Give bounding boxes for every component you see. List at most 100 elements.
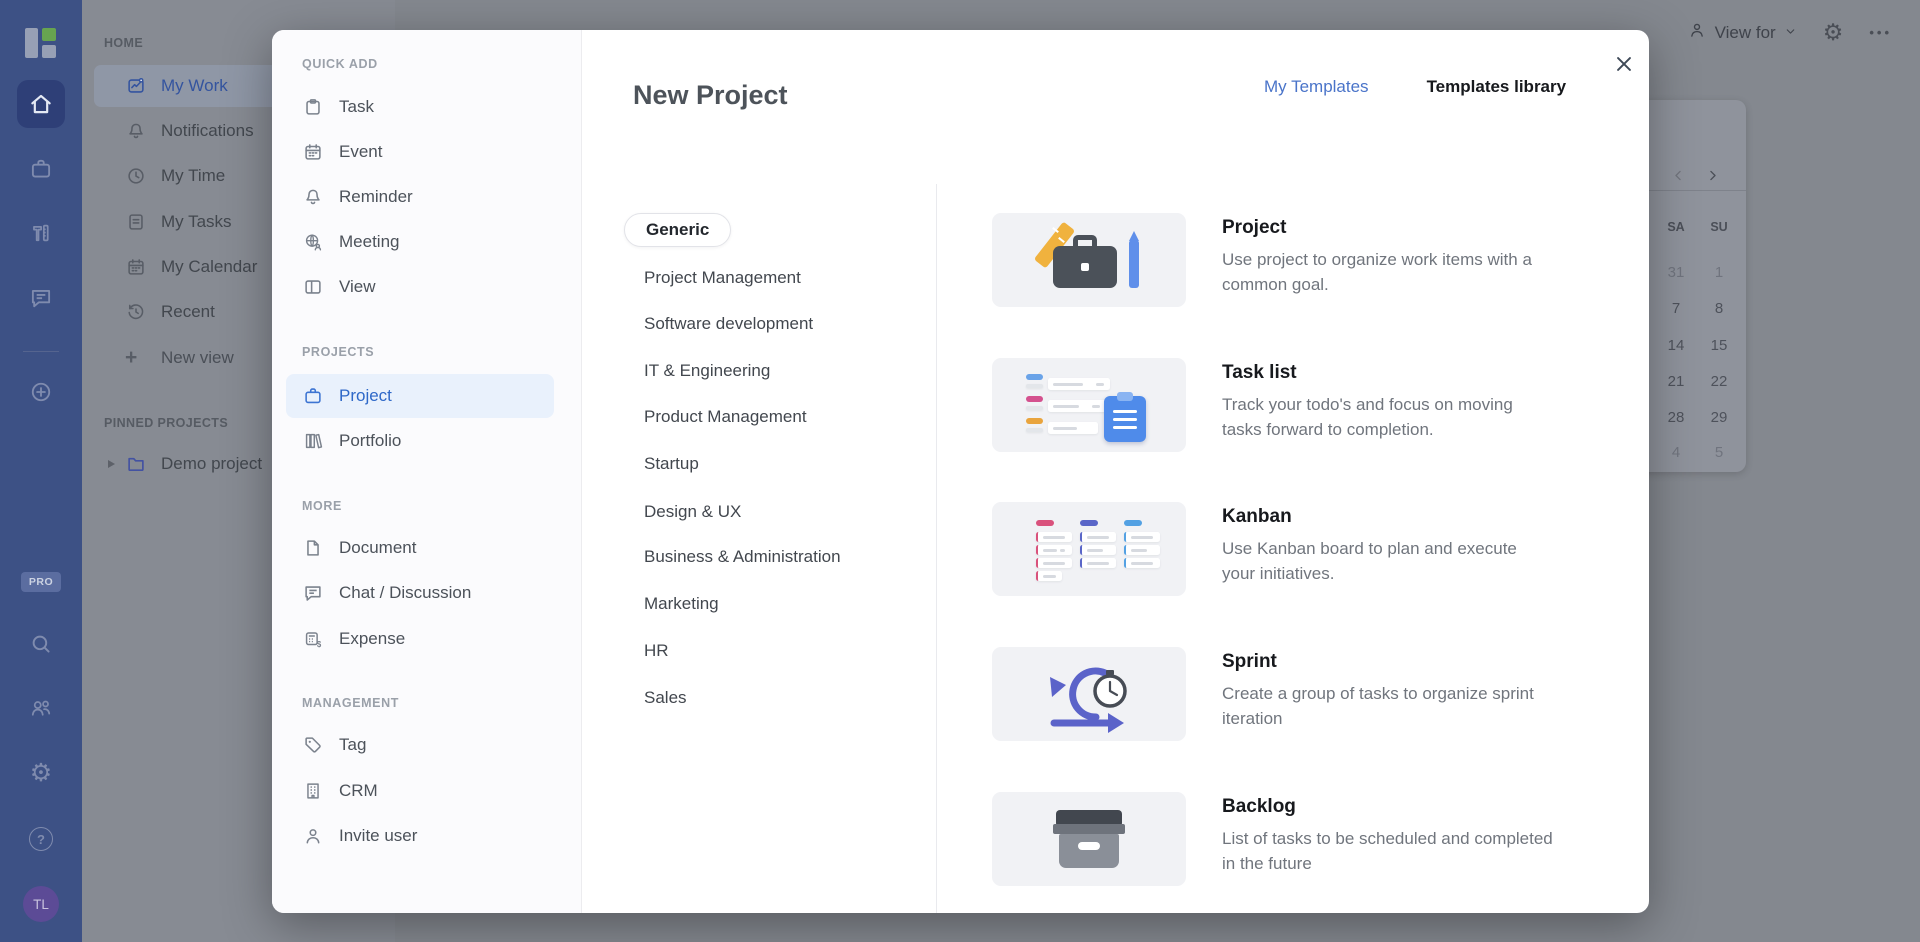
calendar-day[interactable]: 14 xyxy=(1656,337,1696,354)
menu-item-tag[interactable]: Tag xyxy=(302,723,564,767)
chat-icon xyxy=(28,285,54,311)
menu-item-document[interactable]: Document xyxy=(302,526,564,570)
menu-header-more: MORE xyxy=(302,499,342,513)
backlog-thumbnail xyxy=(992,792,1186,886)
template-description: Create a group of tasks to organize spri… xyxy=(1222,681,1554,731)
clock-icon xyxy=(125,165,147,187)
rail-item-team[interactable] xyxy=(0,695,82,721)
chart-icon xyxy=(125,75,147,97)
category-item[interactable]: HR xyxy=(644,641,669,661)
rail-item-tools[interactable] xyxy=(0,220,82,246)
rail-item-help[interactable]: ? xyxy=(0,826,82,852)
help-icon: ? xyxy=(29,827,53,851)
calendar-day[interactable]: 21 xyxy=(1656,373,1696,390)
page-title: New Project xyxy=(633,80,788,111)
menu-item-task[interactable]: Task xyxy=(302,85,564,129)
calendar-day[interactable]: 31 xyxy=(1656,264,1696,281)
template-card-kanban[interactable]: Kanban Use Kanban board to plan and exec… xyxy=(992,502,1592,596)
calendar-day[interactable]: 22 xyxy=(1699,373,1739,390)
template-card-backlog[interactable]: Backlog List of tasks to be scheduled an… xyxy=(992,792,1592,886)
sidebar-section-pinned: PINNED PROJECTS xyxy=(104,416,228,430)
bell-icon xyxy=(125,120,147,142)
tab-templates-library[interactable]: Templates library xyxy=(1427,77,1567,97)
tab-my-templates[interactable]: My Templates xyxy=(1264,77,1369,97)
template-card-task-list[interactable]: Task list Track your todo's and focus on… xyxy=(992,358,1592,452)
menu-item-reminder[interactable]: Reminder xyxy=(302,175,564,219)
sprint-thumbnail xyxy=(992,647,1186,741)
calendar-day[interactable]: 29 xyxy=(1699,409,1739,426)
menu-item-invite-user[interactable]: Invite user xyxy=(302,814,564,858)
menu-item-expense[interactable]: Expense xyxy=(302,617,564,661)
calendar-day[interactable]: 15 xyxy=(1699,337,1739,354)
calculator-icon xyxy=(302,628,324,650)
calendar-icon xyxy=(125,256,147,278)
view-for-button[interactable]: View for xyxy=(1687,20,1797,45)
rail-item-add[interactable] xyxy=(0,379,82,405)
rail-item-search[interactable] xyxy=(0,631,82,657)
calendar-day[interactable]: 8 xyxy=(1699,300,1739,317)
gear-icon: ⚙ xyxy=(30,761,52,786)
menu-item-meeting[interactable]: Meeting xyxy=(302,220,564,264)
template-tabs: My Templates Templates library xyxy=(1264,77,1566,97)
kanban-thumbnail xyxy=(992,502,1186,596)
history-icon xyxy=(125,301,147,323)
more-options-icon[interactable]: ••• xyxy=(1869,25,1892,40)
category-item[interactable]: Sales xyxy=(644,688,687,708)
menu-item-crm[interactable]: CRM xyxy=(302,769,564,813)
app-logo xyxy=(25,27,57,59)
document-icon xyxy=(302,537,324,559)
template-name: Backlog xyxy=(1222,796,1296,818)
project-thumbnail xyxy=(992,213,1186,307)
menu-item-chat-discussion[interactable]: Chat / Discussion xyxy=(302,571,564,615)
briefcase-icon xyxy=(28,156,54,182)
close-icon[interactable] xyxy=(1606,46,1642,82)
template-card-project[interactable]: Project Use project to organize work ite… xyxy=(992,213,1592,307)
menu-item-project[interactable]: Project xyxy=(286,374,554,418)
category-item[interactable]: IT & Engineering xyxy=(644,361,770,381)
menu-item-view[interactable]: View xyxy=(302,265,564,309)
calendar-day[interactable]: 5 xyxy=(1699,444,1739,461)
rail-item-messages[interactable] xyxy=(0,285,82,311)
rail-item-settings[interactable]: ⚙ xyxy=(0,759,82,787)
calendar-next-button[interactable] xyxy=(1699,162,1725,188)
menu-item-event[interactable]: Event xyxy=(302,130,564,174)
menu-header-management: MANAGEMENT xyxy=(302,696,399,710)
template-name: Sprint xyxy=(1222,651,1277,673)
calendar-day[interactable]: 7 xyxy=(1656,300,1696,317)
category-item[interactable]: Startup xyxy=(644,454,699,474)
calendar-prev-button[interactable] xyxy=(1665,162,1691,188)
settings-gear-icon[interactable]: ⚙ xyxy=(1823,21,1844,44)
tag-icon xyxy=(302,734,324,756)
bell-icon xyxy=(302,186,324,208)
template-card-sprint[interactable]: Sprint Create a group of tasks to organi… xyxy=(992,647,1592,741)
template-description: Track your todo's and focus on moving ta… xyxy=(1222,392,1554,442)
clipboard-icon xyxy=(302,96,324,118)
user-avatar[interactable]: TL xyxy=(23,886,59,922)
calendar-day[interactable]: 4 xyxy=(1656,444,1696,461)
category-item[interactable]: Design & UX xyxy=(644,502,741,522)
category-item[interactable]: Project Management xyxy=(644,268,801,288)
people-icon xyxy=(28,695,54,721)
template-description: List of tasks to be scheduled and comple… xyxy=(1222,826,1554,876)
modal-menu-panel: QUICK ADD Task Event Reminder Meeting Vi… xyxy=(272,30,582,913)
category-generic[interactable]: Generic xyxy=(624,213,731,247)
category-item[interactable]: Business & Administration xyxy=(644,547,841,567)
calendar-day[interactable]: 1 xyxy=(1699,264,1739,281)
menu-item-portfolio[interactable]: Portfolio xyxy=(302,419,564,463)
calendar-day-header: SU xyxy=(1699,220,1739,234)
building-icon xyxy=(302,780,324,802)
calendar-day[interactable]: 28 xyxy=(1656,409,1696,426)
search-icon xyxy=(28,631,54,657)
rail-item-home[interactable] xyxy=(17,80,65,128)
chat-icon xyxy=(302,582,324,604)
caret-right-icon[interactable] xyxy=(108,460,115,468)
note-icon xyxy=(125,211,147,233)
pro-badge: PRO xyxy=(21,572,61,592)
app-rail: PRO ⚙ ? TL xyxy=(0,0,82,942)
books-icon xyxy=(302,430,324,452)
rail-item-projects[interactable] xyxy=(0,156,82,182)
category-item[interactable]: Marketing xyxy=(644,594,719,614)
category-item[interactable]: Product Management xyxy=(644,407,807,427)
category-item[interactable]: Software development xyxy=(644,314,813,334)
globe-person-icon xyxy=(302,231,324,253)
